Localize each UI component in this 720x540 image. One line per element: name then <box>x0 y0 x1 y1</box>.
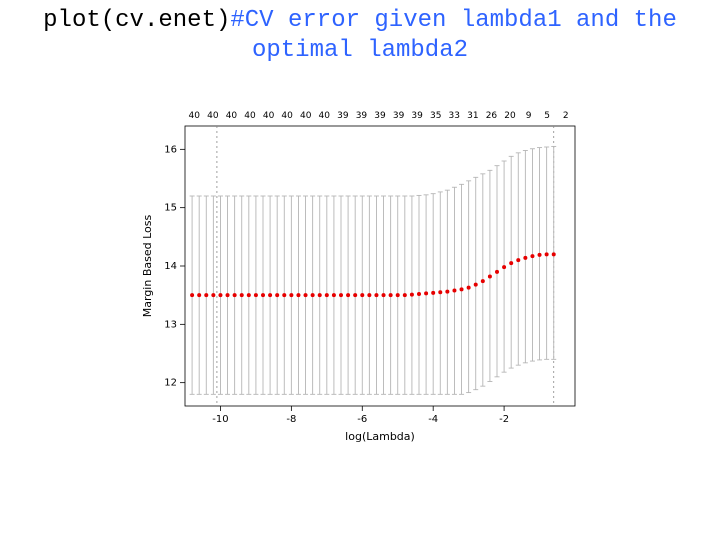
title-code: plot(cv.enet) <box>43 7 230 34</box>
x-tick-label: -4 <box>428 414 438 425</box>
cv-mean-point <box>197 293 201 297</box>
cv-mean-point <box>538 253 542 257</box>
cv-mean-point <box>389 293 393 297</box>
nonzero-count-label: 40 <box>226 111 238 121</box>
x-tick-label: -8 <box>286 414 296 425</box>
nonzero-count-label: 2 <box>563 111 569 121</box>
cv-mean-point <box>211 293 215 297</box>
cv-mean-point <box>226 293 230 297</box>
nonzero-count-label: 40 <box>244 111 256 121</box>
cv-mean-point <box>311 293 315 297</box>
cv-mean-point <box>296 293 300 297</box>
cv-mean-point <box>523 256 527 260</box>
nonzero-count-label: 39 <box>374 111 386 121</box>
cv-mean-point <box>218 293 222 297</box>
cv-mean-point <box>261 293 265 297</box>
cv-mean-point <box>502 265 506 269</box>
x-tick-label: -2 <box>499 414 509 425</box>
cv-mean-point <box>545 252 549 256</box>
cv-mean-point <box>438 290 442 294</box>
cv-mean-point <box>396 293 400 297</box>
cv-mean-point <box>247 293 251 297</box>
cv-mean-point <box>304 293 308 297</box>
cv-mean-point <box>495 270 499 274</box>
cv-mean-point <box>275 293 279 297</box>
cv-mean-point <box>516 258 520 262</box>
nonzero-count-label: 39 <box>411 111 423 121</box>
cv-mean-point <box>367 293 371 297</box>
cv-mean-point <box>332 293 336 297</box>
cv-mean-point <box>410 293 414 297</box>
x-tick-label: -10 <box>212 414 228 425</box>
x-axis-label: log(Lambda) <box>345 430 415 443</box>
cv-mean-point <box>254 293 258 297</box>
nonzero-count-label: 5 <box>544 111 550 121</box>
cv-mean-point <box>509 261 513 265</box>
cv-mean-point <box>240 293 244 297</box>
y-tick-label: 14 <box>164 261 177 272</box>
cv-mean-point <box>445 290 449 294</box>
nonzero-count-label: 31 <box>467 111 478 121</box>
nonzero-count-label: 26 <box>486 111 498 121</box>
y-tick-label: 12 <box>164 378 177 389</box>
x-tick-label: -6 <box>357 414 367 425</box>
cv-mean-point <box>289 293 293 297</box>
cv-mean-point <box>339 293 343 297</box>
nonzero-count-label: 40 <box>207 111 219 121</box>
cv-mean-point <box>374 293 378 297</box>
cv-mean-point <box>346 293 350 297</box>
y-axis-label: Margin Based Loss <box>141 215 154 318</box>
cv-mean-point <box>382 293 386 297</box>
plot-frame <box>185 126 575 406</box>
cv-mean-point <box>318 293 322 297</box>
cv-mean-point <box>204 293 208 297</box>
cv-mean-point <box>325 293 329 297</box>
nonzero-count-label: 9 <box>526 111 532 121</box>
cv-plot: -10 -8 -6 -4 -2 12 13 14 15 16 log(Lambda) Margin B… <box>130 96 590 456</box>
nonzero-count-label: 39 <box>393 111 405 121</box>
y-tick-label: 16 <box>164 144 177 155</box>
cv-mean-point <box>360 293 364 297</box>
title-comment: #CV error given lambda1 and the optimal … <box>230 7 676 64</box>
cv-mean-point <box>460 287 464 291</box>
cv-mean-point <box>552 252 556 256</box>
nonzero-count-label: 40 <box>263 111 275 121</box>
nonzero-count-label: 40 <box>300 111 312 121</box>
nonzero-count-label: 40 <box>281 111 293 121</box>
cv-mean-point <box>353 293 357 297</box>
nonzero-count-label: 40 <box>189 111 201 121</box>
chart-svg: -10 -8 -6 -4 -2 12 13 14 15 16 log(Lambda) Margin B… <box>130 96 590 456</box>
nonzero-count-label: 39 <box>356 111 368 121</box>
cv-mean-point <box>431 291 435 295</box>
cv-mean-point <box>268 293 272 297</box>
nonzero-count-label: 40 <box>319 111 331 121</box>
nonzero-count-label: 39 <box>337 111 349 121</box>
cv-mean-point <box>190 293 194 297</box>
nonzero-count-label: 33 <box>449 111 460 121</box>
cv-mean-point <box>233 293 237 297</box>
cv-mean-point <box>530 254 534 258</box>
nonzero-count-label: 35 <box>430 111 441 121</box>
cv-mean-point <box>474 283 478 287</box>
nonzero-count-label: 20 <box>504 111 516 121</box>
page-title: plot(cv.enet)#CV error given lambda1 and… <box>0 0 720 66</box>
cv-mean-point <box>417 292 421 296</box>
y-tick-label: 15 <box>164 203 177 214</box>
y-tick-label: 13 <box>164 319 177 330</box>
cv-mean-point <box>403 293 407 297</box>
cv-mean-point <box>481 279 485 283</box>
cv-mean-point <box>467 286 471 290</box>
cv-mean-point <box>282 293 286 297</box>
cv-mean-point <box>452 289 456 293</box>
cv-mean-point <box>488 275 492 279</box>
cv-mean-point <box>424 291 428 295</box>
